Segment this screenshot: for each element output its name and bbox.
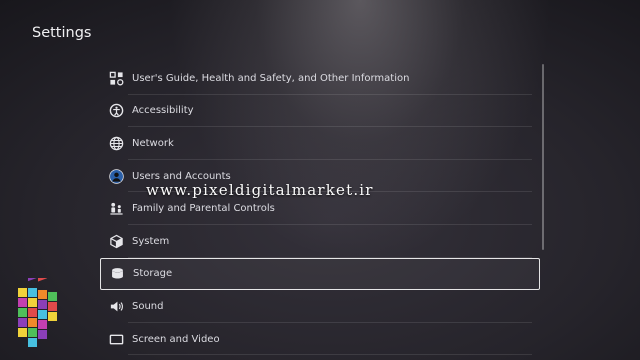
menu-item-label: Screen and Video <box>132 333 220 345</box>
menu-item-label: User's Guide, Health and Safety, and Oth… <box>132 72 410 84</box>
screen-icon <box>107 330 125 348</box>
menu-item-storage[interactable]: Storage <box>100 257 540 291</box>
speaker-icon <box>107 297 125 315</box>
globe-icon <box>107 134 125 152</box>
watermark-text: www.pixeldigitalmarket.ir <box>146 181 374 199</box>
info-guide-icon <box>107 69 125 87</box>
menu-item-label: Users and Accounts <box>132 170 231 182</box>
menu-item-label: Sound <box>132 300 164 312</box>
family-icon <box>107 200 125 218</box>
user-avatar-icon <box>107 167 125 185</box>
menu-item-sound[interactable]: Sound <box>100 290 540 323</box>
cube-icon <box>107 232 125 250</box>
menu-item-system[interactable]: System <box>100 225 540 258</box>
page-title: Settings <box>32 25 92 41</box>
accessibility-icon <box>107 102 125 120</box>
menu-item-label: Storage <box>133 268 173 280</box>
menu-item-users-guide[interactable]: User's Guide, Health and Safety, and Oth… <box>100 62 540 95</box>
menu-item-label: Network <box>132 137 174 149</box>
cube-logo-icon <box>12 268 62 354</box>
menu-item-screen-video[interactable]: Screen and Video <box>100 323 540 356</box>
menu-item-network[interactable]: Network <box>100 127 540 160</box>
scrollbar[interactable] <box>542 64 544 250</box>
menu-item-label: Accessibility <box>132 105 194 117</box>
menu-item-accessibility[interactable]: Accessibility <box>100 95 540 128</box>
menu-item-label: System <box>132 235 170 247</box>
menu-item-label: Family and Parental Controls <box>132 203 275 215</box>
settings-menu: User's Guide, Health and Safety, and Oth… <box>100 62 540 355</box>
storage-icon <box>108 265 126 283</box>
